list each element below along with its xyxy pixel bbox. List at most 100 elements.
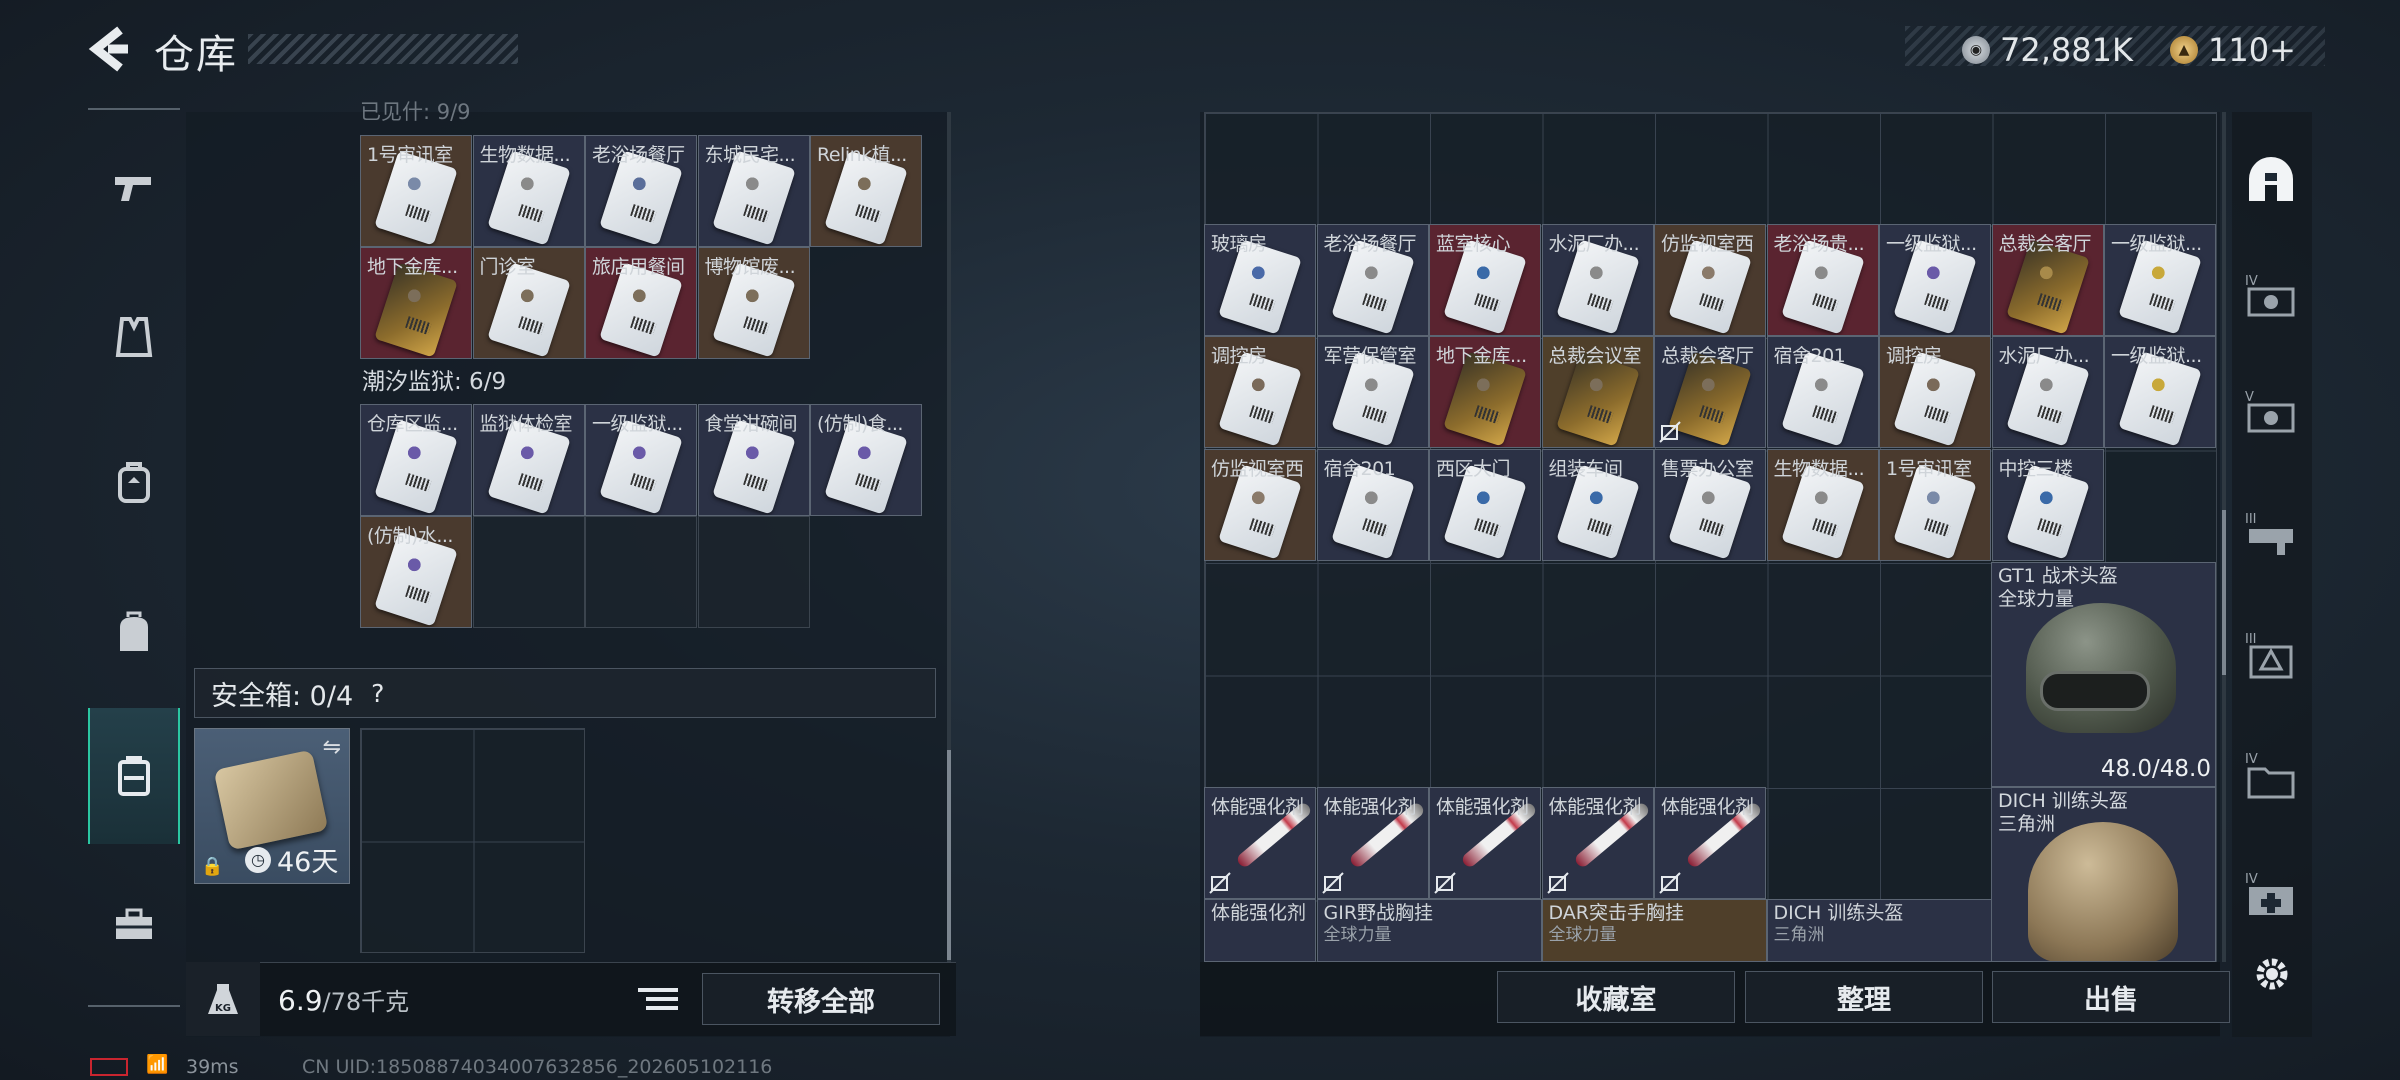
container-icon	[118, 756, 150, 796]
keycard-slot[interactable]: 门诊室	[472, 247, 585, 359]
keycard-slot[interactable]: 1号审讯室	[1879, 449, 1991, 561]
keycard-slot[interactable]: 老浴场贵...	[1766, 224, 1879, 336]
keycard-slot[interactable]: 食堂泔碗间	[697, 404, 810, 516]
keycard-slot[interactable]: 地下金库...	[1429, 336, 1541, 448]
empty-slot[interactable]	[697, 516, 810, 628]
tier3-weapon-icon[interactable]: III	[2236, 500, 2306, 570]
keycard-slot[interactable]: 总裁会客厅	[1654, 336, 1766, 448]
weight-icon: KG	[186, 962, 260, 1036]
transfer-all-button[interactable]: 转移全部	[702, 973, 940, 1025]
stim-label: 体能强化剂	[1211, 796, 1304, 818]
keycard-slot[interactable]: 总裁会客厅	[1991, 224, 2104, 336]
sell-button[interactable]: 出售	[1992, 971, 2230, 1023]
keycard-slot[interactable]: 仿监视室西	[1654, 224, 1766, 336]
keycard-slot[interactable]: 监狱体检室	[472, 404, 585, 516]
organize-button[interactable]: 整理	[1745, 971, 1983, 1023]
keycard-slot[interactable]: 生物数据...	[1766, 449, 1879, 561]
collection-room-button[interactable]: 收藏室	[1497, 971, 1735, 1023]
nav-item-safebox[interactable]	[88, 708, 180, 844]
gold-currency[interactable]: ▲ 110+	[2170, 31, 2296, 69]
shelter-icon[interactable]	[2236, 144, 2306, 214]
keycard-slot[interactable]: (仿制)食...	[810, 404, 922, 516]
keycard-slot[interactable]: 博物馆废...	[697, 247, 810, 359]
keycard-slot[interactable]: 军营保管室	[1316, 336, 1429, 448]
stim-slot[interactable]: 体能强化剂	[1541, 787, 1654, 899]
keycard-slot[interactable]: 西区大门	[1429, 449, 1541, 561]
help-icon[interactable]: ?	[371, 679, 384, 708]
stim-slot[interactable]: 体能强化剂	[1204, 787, 1316, 899]
helmet-dich-slot[interactable]: DICH 训练头盔 三角洲	[1991, 787, 2216, 962]
stim-slot[interactable]: 体能强化剂	[1316, 787, 1429, 899]
nav-item-weapons[interactable]	[88, 122, 180, 252]
keycard-slot[interactable]: 水泥厂办...	[1991, 336, 2104, 448]
svg-text:IV: IV	[2245, 274, 2258, 289]
keycard-slot[interactable]: 一级监狱...	[2104, 336, 2216, 448]
keycard-label: 组装车间	[1548, 458, 1624, 480]
keycard-slot[interactable]: 一级监狱...	[1879, 224, 1991, 336]
bottom-item-slot[interactable]: GIR野战胸挂 全球力量	[1316, 899, 1542, 962]
list-view-icon[interactable]	[640, 978, 684, 1020]
safebox-title: 安全箱: 0/4	[211, 680, 354, 712]
keycard-slot[interactable]: 宿舍201	[1316, 449, 1429, 561]
keycard-slot[interactable]: 中控三楼	[1991, 449, 2104, 561]
keycard-slot[interactable]: 一级监狱...	[2104, 224, 2216, 336]
keycard-slot[interactable]: 仓库区监...	[360, 404, 472, 516]
tier3-armor-icon[interactable]: III	[2236, 620, 2306, 690]
keycard-slot[interactable]: 东城民宅...	[697, 135, 810, 247]
tier4-folder-icon[interactable]: IV	[2236, 740, 2306, 810]
keycard-slot[interactable]: 调控房	[1879, 336, 1991, 448]
nav-item-tools[interactable]	[88, 860, 180, 990]
bottom-item-slot[interactable]: DAR突击手胸挂 全球力量	[1541, 899, 1767, 962]
tier5-ammo-icon[interactable]: V	[2236, 378, 2306, 448]
back-arrow-icon[interactable]	[86, 24, 130, 74]
empty-slot[interactable]	[585, 516, 697, 628]
nav-divider	[88, 108, 180, 110]
keycard-slot[interactable]: 宿舍201	[1766, 336, 1879, 448]
keycard-slot[interactable]: 蓝室核心	[1429, 224, 1541, 336]
keycard-slot[interactable]: 老浴场餐厅	[1316, 224, 1429, 336]
keycard-slot[interactable]: Relink植...	[810, 135, 922, 247]
gun-icon	[115, 177, 151, 201]
stim-slot[interactable]: 体能强化剂	[1429, 787, 1541, 899]
keycard-slot[interactable]: 老浴场餐厅	[585, 135, 697, 247]
keycard-label: 宿舍201	[1773, 345, 1846, 367]
stim-slot[interactable]: 体能强化剂	[1654, 787, 1766, 899]
keycard-slot[interactable]: 地下金库...	[360, 247, 472, 359]
nav-item-backpack[interactable]	[88, 568, 180, 698]
empty-slot[interactable]	[472, 516, 585, 628]
keycard-label: 西区大门	[1436, 458, 1511, 480]
helmet1-brand: 全球力量	[1998, 588, 2075, 610]
keycard-label: 中控三楼	[1998, 458, 2074, 480]
keycard-slot[interactable]: 生物数据...	[472, 135, 585, 247]
settings-gear-icon[interactable]	[2242, 944, 2302, 1004]
untradeable-icon	[1659, 872, 1681, 894]
keycard-slot[interactable]: 一级监狱...	[585, 404, 697, 516]
tier4-medic-icon[interactable]: IV	[2236, 860, 2306, 930]
nav-item-chest-rig[interactable]	[88, 418, 180, 548]
keycard-label: 仿监视室西	[1211, 458, 1304, 480]
keycard-slot[interactable]: 玻璃房	[1204, 224, 1316, 336]
keycard-label: 食堂泔碗间	[704, 413, 798, 435]
right-scrollbar-thumb[interactable]	[2222, 510, 2226, 675]
bottom-item-slot[interactable]: DICH 训练头盔 三角洲	[1766, 899, 1992, 962]
weight-current: 6.9	[278, 984, 323, 1017]
keycard-slot[interactable]: 旅店用餐间	[585, 247, 697, 359]
safebox-slot[interactable]: ⇋ 🔒 ◷ 46天	[194, 728, 350, 884]
left-scrollbar-thumb[interactable]	[947, 750, 951, 960]
keycard-slot[interactable]: 售票办公室	[1654, 449, 1766, 561]
nav-divider	[88, 1005, 180, 1007]
keycard-slot[interactable]: 水泥厂办...	[1541, 224, 1654, 336]
keycard-slot[interactable]: 组装车间	[1541, 449, 1654, 561]
keycard-slot[interactable]: 仿监视室西	[1204, 449, 1316, 561]
bottom-item-slot[interactable]: 体能强化剂	[1204, 899, 1316, 962]
nav-item-armor[interactable]	[88, 272, 180, 402]
keycard-slot[interactable]: 1号审讯室	[360, 135, 472, 247]
keycard-slot[interactable]: 调控房	[1204, 336, 1316, 448]
safebox-slots-grid[interactable]	[360, 728, 585, 953]
swap-icon[interactable]: ⇋	[323, 735, 341, 760]
helmet-gt1-slot[interactable]: GT1 战术头盔 全球力量 48.0/48.0	[1991, 562, 2216, 787]
keycard-slot[interactable]: 总裁会议室	[1541, 336, 1654, 448]
keycard-slot[interactable]: (仿制)水...	[360, 516, 472, 628]
gold-amount: 110+	[2208, 31, 2296, 69]
tier4-ammo-icon[interactable]: IV	[2236, 262, 2306, 332]
